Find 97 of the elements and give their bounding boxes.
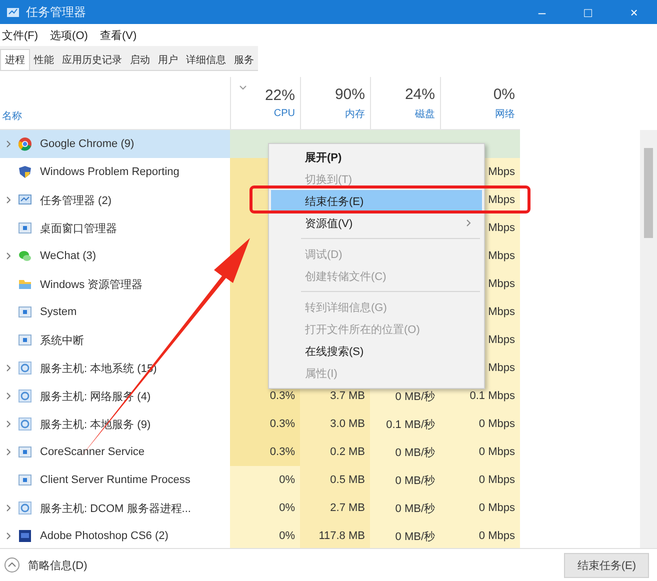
table-cell: 0% xyxy=(279,530,295,542)
column-header[interactable]: 磁盘 xyxy=(415,106,435,120)
table-cell: 0 Mbps xyxy=(478,530,515,542)
table-cell: 0% xyxy=(279,502,295,514)
window-title: 任务管理器 xyxy=(26,4,86,20)
process-name: 系统中断 xyxy=(40,334,84,348)
table-cell-text: 0 MB/秒 xyxy=(395,502,435,516)
window-icon xyxy=(18,445,32,459)
table-cell: 3.0 MB xyxy=(330,418,365,430)
process-row[interactable]: Client Server Runtime Process 0% 0.5 MB 0 MB/秒 0 Mbps xyxy=(0,466,520,494)
table-cell-text: 0.1 MB/秒 xyxy=(386,418,435,432)
table-cell: 0 Mbps xyxy=(478,502,515,514)
table-cell-text: 0 MB/秒 xyxy=(395,446,435,460)
table-cell: Mbps xyxy=(488,166,515,178)
table-cell: 0.3% xyxy=(270,446,295,458)
browser-icon xyxy=(18,137,32,151)
expand-chevron-icon xyxy=(6,252,12,260)
close-button[interactable]: × xyxy=(611,0,657,24)
column-header[interactable]: 内存 xyxy=(345,106,365,120)
gear-icon xyxy=(18,389,32,403)
table-cell: 3.7 MB xyxy=(330,390,365,402)
process-name: Adobe Photoshop CS6 (2) xyxy=(40,530,168,542)
table-cell-text: 0 MB/秒 xyxy=(395,530,435,544)
gear-icon xyxy=(18,501,32,515)
table-cell: Mbps xyxy=(488,334,515,346)
table-cell: Mbps xyxy=(488,278,515,290)
column-percent: 90% xyxy=(334,86,365,102)
process-name: Windows Problem Reporting xyxy=(40,166,180,178)
process-name: Client Server Runtime Process xyxy=(40,474,190,486)
process-name: System xyxy=(40,306,77,318)
process-row[interactable]: CoreScanner Service 0.3% 0.2 MB 0 MB/秒 0 Mbps xyxy=(0,438,520,466)
process-name: Google Chrome (9) xyxy=(40,138,134,150)
menu-item[interactable]: 结束任务(E) xyxy=(271,190,482,212)
process-name: 任务管理器 (2) xyxy=(40,194,112,208)
fewer-details-toggle[interactable]: 简略信息(D) xyxy=(4,557,88,573)
table-cell: 0 Mbps xyxy=(478,474,515,486)
window-icon xyxy=(18,333,32,347)
process-name: 桌面窗口管理器 xyxy=(40,222,117,236)
column-percent: 24% xyxy=(404,86,435,102)
process-name: CoreScanner Service xyxy=(40,446,145,458)
maximize-button[interactable]: □ xyxy=(565,0,611,24)
table-cell: Mbps xyxy=(488,362,515,374)
process-name: Windows 资源管理器 xyxy=(40,278,143,292)
menu-item[interactable]: 文件(F) xyxy=(2,28,38,42)
window-icon xyxy=(18,305,32,319)
process-name: WeChat (3) xyxy=(40,250,96,262)
image-editor-icon xyxy=(18,529,32,543)
expand-chevron-icon xyxy=(6,532,12,540)
table-cell: Mbps xyxy=(488,222,515,234)
column-header[interactable]: 网络 xyxy=(495,106,515,120)
table-cell: 0.1 Mbps xyxy=(470,390,515,402)
table-cell: 0% xyxy=(279,474,295,486)
column-percent: 0% xyxy=(493,86,515,102)
tab[interactable]: 进程 xyxy=(0,49,30,70)
process-row[interactable]: 服务主机: DCOM 服务器进程... 0% 2.7 MB 0 MB/秒 0 Mbps xyxy=(0,494,520,522)
table-cell-text: 0 MB/秒 xyxy=(395,474,435,488)
window-icon xyxy=(18,473,32,487)
table-cell: 2.7 MB xyxy=(330,502,365,514)
expand-chevron-icon xyxy=(6,196,12,204)
collapse-icon xyxy=(4,557,20,573)
shield-icon xyxy=(18,165,32,179)
gear-icon xyxy=(18,361,32,375)
app-icon xyxy=(6,5,20,19)
gear-icon xyxy=(18,417,32,431)
table-cell: 117.8 MB xyxy=(318,530,365,542)
table-cell: 0.2 MB xyxy=(330,446,365,458)
expand-chevron-icon xyxy=(6,392,12,400)
table-cell: 0 Mbps xyxy=(478,446,515,458)
end-task-button[interactable]: 结束任务(E) xyxy=(564,552,649,578)
scrollbar[interactable] xyxy=(640,130,657,548)
column-header[interactable]: CPU xyxy=(274,108,295,119)
expand-chevron-icon xyxy=(6,448,12,456)
monitor-icon xyxy=(18,193,32,207)
window-icon xyxy=(18,221,32,235)
column-header[interactable]: 名称 xyxy=(2,109,22,123)
menu-item[interactable]: 查看(V) xyxy=(100,28,137,42)
expand-chevron-icon xyxy=(6,140,12,148)
expand-chevron-icon xyxy=(6,504,12,512)
folder-icon xyxy=(18,277,32,291)
table-cell: 0.3% xyxy=(270,390,295,402)
table-cell: 0 Mbps xyxy=(478,418,515,430)
table-cell: Mbps xyxy=(488,250,515,262)
table-cell-text: 0 MB/秒 xyxy=(395,390,435,404)
menu-item[interactable]: 在线搜索(S) xyxy=(271,340,482,362)
table-cell: 0.3% xyxy=(270,418,295,430)
process-row[interactable]: Adobe Photoshop CS6 (2) 0% 117.8 MB 0 MB/秒 0 Mbps xyxy=(0,522,520,548)
menu-item[interactable]: 资源值(V) xyxy=(271,212,482,234)
expand-chevron-icon xyxy=(6,420,12,428)
chat-icon xyxy=(18,249,32,263)
expand-chevron-icon xyxy=(6,364,12,372)
process-name: 服务主机: DCOM 服务器进程... xyxy=(40,502,191,516)
table-cell: Mbps xyxy=(488,194,515,206)
table-cell: Mbps xyxy=(488,306,515,318)
menu-item[interactable]: 选项(O) xyxy=(50,28,88,42)
column-percent: 22% xyxy=(264,87,295,104)
minimize-button[interactable]: – xyxy=(519,0,565,24)
table-cell: 0.5 MB xyxy=(330,474,365,486)
